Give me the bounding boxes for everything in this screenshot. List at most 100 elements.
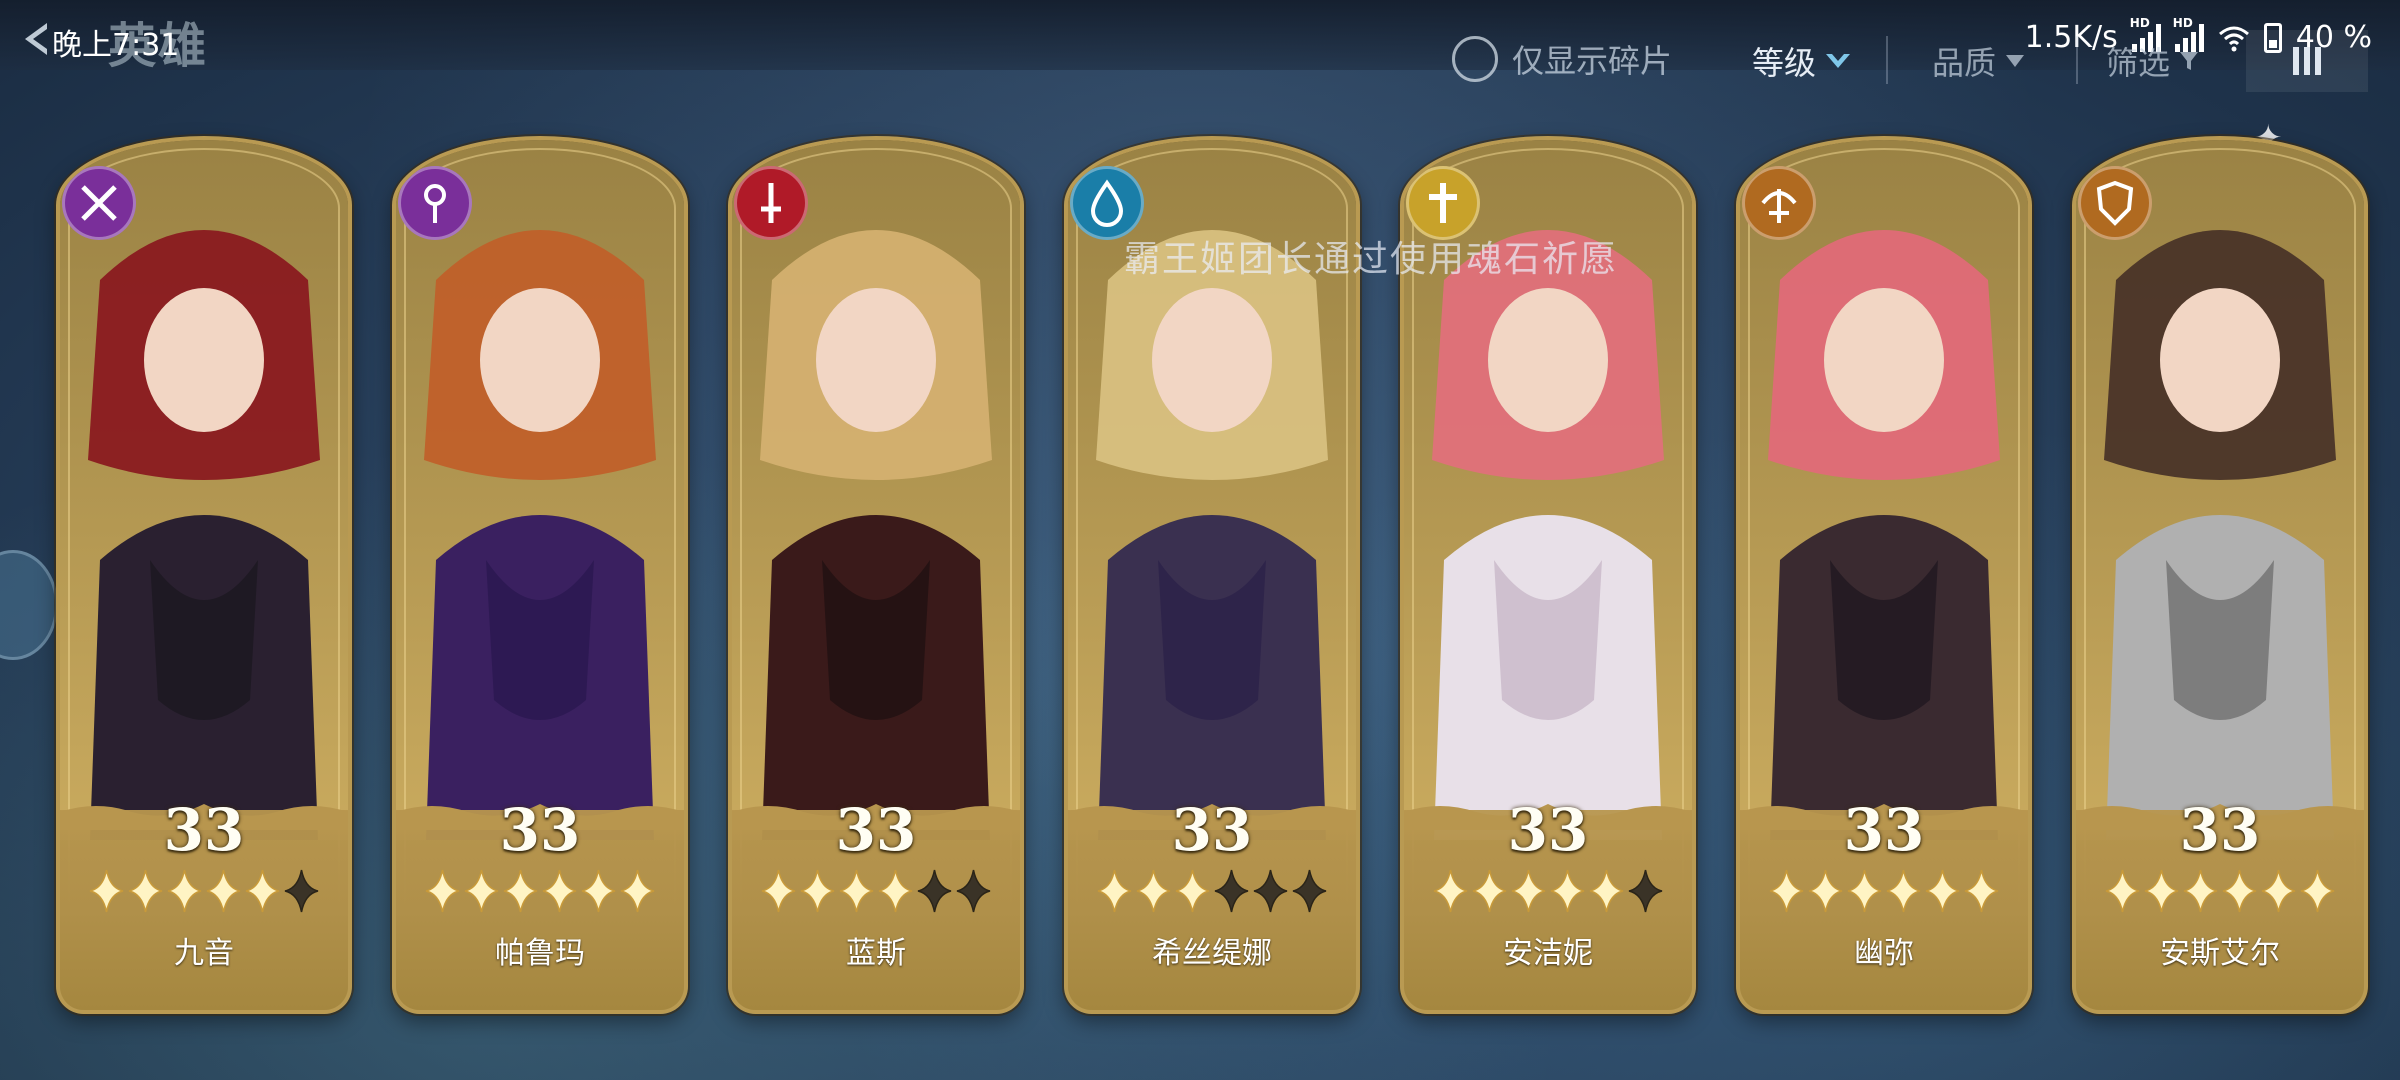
hero-class-badge bbox=[1070, 166, 1144, 240]
notification-toast: 霸王姬团长通过使用魂石祈愿 bbox=[1124, 239, 1619, 280]
star-filled-icon bbox=[167, 869, 202, 913]
hero-class-badge bbox=[62, 166, 136, 240]
star-filled-icon bbox=[89, 869, 124, 913]
star-filled-icon bbox=[581, 869, 616, 913]
hero-level: 33 bbox=[835, 796, 917, 864]
star-filled-icon bbox=[2183, 869, 2218, 913]
star-empty-icon bbox=[956, 869, 991, 913]
hero-class-badge bbox=[1406, 166, 1480, 240]
divider bbox=[1886, 36, 1888, 84]
hero-class-badge bbox=[734, 166, 808, 240]
chevron-down-icon bbox=[2006, 55, 2025, 67]
hero-card-footer: 33 幽弥 bbox=[1740, 796, 2028, 1010]
hero-level: 33 bbox=[1507, 796, 1589, 864]
funnel-icon bbox=[2180, 52, 2199, 70]
star-filled-icon bbox=[878, 869, 913, 913]
star-rating bbox=[1068, 868, 1356, 914]
star-filled-icon bbox=[620, 869, 655, 913]
star-filled-icon bbox=[2105, 869, 2140, 913]
hd-badge: HD bbox=[2129, 15, 2150, 30]
hero-card-footer: 33 九音 bbox=[60, 796, 348, 1010]
hero-card[interactable]: 33 幽弥 bbox=[1736, 136, 2032, 1014]
star-filled-icon bbox=[800, 869, 835, 913]
star-filled-icon bbox=[839, 869, 874, 913]
star-filled-icon bbox=[1136, 869, 1171, 913]
hero-card-footer: 33 蓝斯 bbox=[732, 796, 1020, 1010]
network-speed: 1.5K/s bbox=[2024, 20, 2118, 55]
star-empty-icon bbox=[1628, 869, 1663, 913]
side-widget-button[interactable] bbox=[0, 550, 58, 660]
star-filled-icon bbox=[2300, 869, 2335, 913]
divider bbox=[2076, 36, 2078, 84]
hero-card[interactable]: 33 帕鲁玛 bbox=[392, 136, 688, 1014]
star-filled-icon bbox=[1097, 869, 1132, 913]
crossbow-icon bbox=[1761, 189, 1797, 223]
star-empty-icon bbox=[917, 869, 952, 913]
holy-cross-icon bbox=[1429, 183, 1457, 223]
hero-card[interactable]: 33 安斯艾尔 bbox=[2072, 136, 2368, 1014]
star-filled-icon bbox=[2261, 869, 2296, 913]
hero-card[interactable]: 33 九音 bbox=[56, 136, 352, 1014]
fragment-only-toggle[interactable]: 仅显示碎片 bbox=[1452, 36, 1672, 82]
hero-name: 安斯艾尔 bbox=[2160, 936, 2280, 971]
sort-by-level-button[interactable]: 等级 bbox=[1752, 38, 1852, 84]
hero-card[interactable]: 33 蓝斯 bbox=[728, 136, 1024, 1014]
hero-name: 蓝斯 bbox=[846, 936, 906, 971]
hero-name: 希丝缇娜 bbox=[1152, 936, 1272, 971]
radio-circle-icon bbox=[1452, 36, 1498, 82]
hero-class-badge bbox=[398, 166, 472, 240]
star-filled-icon bbox=[1433, 869, 1468, 913]
hero-class-badge bbox=[2078, 166, 2152, 240]
star-rating bbox=[1404, 868, 1692, 914]
chevron-down-icon bbox=[1826, 54, 1851, 68]
shield-icon bbox=[2096, 180, 2134, 226]
menu-bars-icon bbox=[2293, 47, 2321, 75]
hero-name: 九音 bbox=[174, 936, 234, 971]
star-filled-icon bbox=[503, 869, 538, 913]
star-empty-icon bbox=[1253, 869, 1288, 913]
star-filled-icon bbox=[1769, 869, 1804, 913]
star-filled-icon bbox=[542, 869, 577, 913]
star-empty-icon bbox=[1214, 869, 1249, 913]
star-rating bbox=[1740, 868, 2028, 914]
hero-level: 33 bbox=[2179, 796, 2261, 864]
menu-button[interactable] bbox=[2246, 30, 2368, 92]
star-filled-icon bbox=[1964, 869, 1999, 913]
star-filled-icon bbox=[206, 869, 241, 913]
hero-level: 33 bbox=[499, 796, 581, 864]
star-rating bbox=[60, 868, 348, 914]
hero-level: 33 bbox=[1171, 796, 1253, 864]
hero-name: 帕鲁玛 bbox=[495, 936, 585, 971]
hero-class-badge bbox=[1742, 166, 1816, 240]
wifi-icon bbox=[2218, 26, 2249, 51]
magic-staff-icon bbox=[424, 184, 446, 223]
sort-by-quality-button[interactable]: 品质 bbox=[1932, 38, 2026, 84]
star-filled-icon bbox=[1925, 869, 1960, 913]
fragment-toggle-label: 仅显示碎片 bbox=[1512, 42, 1673, 80]
star-filled-icon bbox=[1472, 869, 1507, 913]
star-filled-icon bbox=[1847, 869, 1882, 913]
star-rating bbox=[2076, 868, 2364, 914]
star-filled-icon bbox=[761, 869, 796, 913]
star-rating bbox=[396, 868, 684, 914]
hd-badge-2: HD bbox=[2172, 15, 2193, 30]
star-filled-icon bbox=[1511, 869, 1546, 913]
star-filled-icon bbox=[128, 869, 163, 913]
water-drop-icon bbox=[1090, 179, 1124, 227]
filter-label: 筛选 bbox=[2106, 44, 2171, 82]
star-filled-icon bbox=[1886, 869, 1921, 913]
hero-name: 安洁妮 bbox=[1503, 936, 1593, 971]
star-filled-icon bbox=[1589, 869, 1624, 913]
star-filled-icon bbox=[2144, 869, 2179, 913]
crossed-blades-icon bbox=[81, 185, 117, 221]
sword-icon bbox=[761, 183, 781, 223]
star-filled-icon bbox=[425, 869, 460, 913]
star-filled-icon bbox=[245, 869, 280, 913]
hero-level: 33 bbox=[1843, 796, 1925, 864]
star-filled-icon bbox=[1175, 869, 1210, 913]
hero-name: 幽弥 bbox=[1854, 936, 1914, 971]
star-rating bbox=[732, 868, 1020, 914]
filter-button[interactable]: 筛选 bbox=[2106, 38, 2200, 84]
star-filled-icon bbox=[464, 869, 499, 913]
hero-level: 33 bbox=[163, 796, 245, 864]
